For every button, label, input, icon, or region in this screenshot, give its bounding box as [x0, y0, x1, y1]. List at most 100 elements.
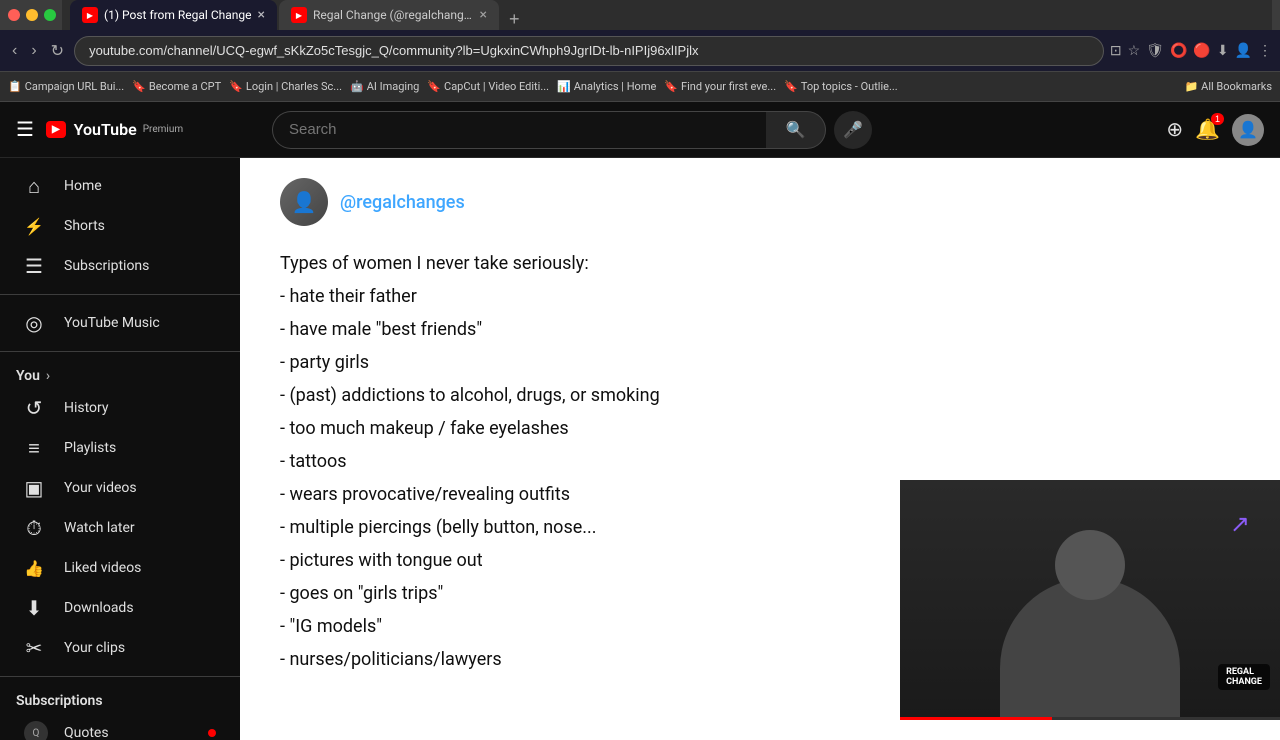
- you-chevron-icon: ›: [46, 368, 50, 384]
- bookmark-4[interactable]: 🤖 AI Imaging: [350, 80, 419, 93]
- hamburger-menu-button[interactable]: ☰: [16, 117, 34, 142]
- tab-2-close[interactable]: ×: [480, 7, 487, 23]
- sidebar-label-history: History: [64, 400, 109, 416]
- maximize-window-button[interactable]: [44, 9, 56, 21]
- sidebar-item-shorts[interactable]: ⚡ Shorts: [8, 206, 232, 246]
- tab-2-label: Regal Change (@regalchange...: [313, 8, 474, 22]
- video-person: [990, 500, 1190, 720]
- bookmark-6[interactable]: 📊 Analytics | Home: [557, 80, 656, 93]
- sidebar-label-youtube-music: YouTube Music: [64, 315, 160, 331]
- playlists-icon: ≡: [24, 436, 44, 461]
- channel-handle[interactable]: @regalchanges: [340, 192, 465, 213]
- traffic-lights: [8, 9, 56, 21]
- tab-1-favicon: ▶: [82, 7, 98, 23]
- channel-avatar[interactable]: 👤: [280, 178, 328, 226]
- bookmark-star-icon[interactable]: ☆: [1128, 43, 1141, 59]
- sidebar-item-quotes[interactable]: Q Quotes: [8, 713, 232, 740]
- bookmark-7[interactable]: 🔖 Find your first eve...: [664, 80, 776, 93]
- bookmark-5[interactable]: 🔖 CapCut | Video Editi...: [427, 80, 549, 93]
- download-icon[interactable]: ⬇: [1217, 43, 1229, 59]
- sidebar-label-your-clips: Your clips: [64, 640, 125, 656]
- notifications-button[interactable]: 🔔 1: [1195, 117, 1220, 142]
- shorts-icon: ⚡: [24, 217, 44, 236]
- channel-header: 👤 @regalchanges: [280, 178, 1240, 226]
- notification-badge: 1: [1211, 113, 1224, 125]
- new-tab-button[interactable]: +: [501, 9, 528, 30]
- sidebar-label-playlists: Playlists: [64, 440, 116, 456]
- sidebar-item-history[interactable]: ↺ History: [8, 388, 232, 428]
- post-line-4: - (past) addictions to alcohol, drugs, o…: [280, 382, 1240, 409]
- sidebar-item-downloads[interactable]: ⬇ Downloads: [8, 588, 232, 628]
- quotes-avatar: Q: [24, 721, 48, 740]
- profile-icon[interactable]: 👤: [1235, 43, 1252, 59]
- downloads-icon: ⬇: [24, 596, 44, 620]
- sidebar-label-shorts: Shorts: [64, 218, 105, 234]
- youtube-logo[interactable]: ▶ YouTube Premium: [46, 120, 183, 139]
- sidebar-label-subscriptions: Subscriptions: [64, 258, 149, 274]
- bookmark-2[interactable]: 🔖 Become a CPT: [132, 80, 221, 93]
- sidebar-divider-3: [0, 676, 240, 677]
- history-icon: ↺: [24, 396, 44, 420]
- sidebar-label-downloads: Downloads: [64, 600, 134, 616]
- sidebar-item-youtube-music[interactable]: ◎ YouTube Music: [8, 303, 232, 343]
- watch-later-icon: ⏱: [24, 516, 44, 540]
- sidebar-item-subscriptions[interactable]: ☰ Subscriptions: [8, 246, 232, 286]
- search-button[interactable]: 🔍: [766, 111, 826, 149]
- tab-2[interactable]: ▶ Regal Change (@regalchange... ×: [279, 0, 499, 30]
- extension-icon-1[interactable]: 🛡: [1146, 43, 1164, 59]
- subscriptions-icon: ☰: [24, 254, 44, 278]
- sidebar-label-watch-later: Watch later: [64, 520, 135, 536]
- sidebar-item-liked-videos[interactable]: 👍 Liked videos: [8, 548, 232, 588]
- minimize-window-button[interactable]: [26, 9, 38, 21]
- menu-icon[interactable]: ⋮: [1258, 43, 1272, 59]
- bookmark-1[interactable]: 📋 Campaign URL Bui...: [8, 80, 124, 93]
- close-window-button[interactable]: [8, 9, 20, 21]
- sidebar-item-playlists[interactable]: ≡ Playlists: [8, 428, 232, 468]
- yt-container: ⌂ Home ⚡ Shorts ☰ Subscriptions ◎ YouTub…: [0, 158, 1280, 740]
- bookmark-3[interactable]: 🔖 Login | Charles Sc...: [229, 80, 342, 93]
- tab-1-close[interactable]: ×: [258, 7, 265, 23]
- sidebar-divider-2: [0, 351, 240, 352]
- yt-logo-icon: ▶: [46, 121, 66, 138]
- header-actions: ⊕ 🔔 1 👤: [1166, 114, 1264, 146]
- extension-icon-2[interactable]: ⭕: [1170, 43, 1187, 59]
- your-clips-icon: ✂: [24, 636, 44, 660]
- post-line-3: - party girls: [280, 349, 1240, 376]
- sidebar-item-watch-later[interactable]: ⏱ Watch later: [8, 508, 232, 548]
- address-input[interactable]: [74, 36, 1104, 66]
- sidebar-item-home[interactable]: ⌂ Home: [8, 166, 232, 206]
- sidebar: ⌂ Home ⚡ Shorts ☰ Subscriptions ◎ YouTub…: [0, 158, 240, 740]
- microphone-button[interactable]: 🎤: [834, 111, 872, 149]
- screen-capture-icon[interactable]: ⊡: [1110, 43, 1122, 59]
- sidebar-divider-1: [0, 294, 240, 295]
- extension-icon-3[interactable]: 🔴: [1193, 43, 1210, 59]
- youtube-header: ☰ ▶ YouTube Premium 🔍 🎤 ⊕ 🔔 1 👤: [0, 102, 1280, 158]
- post-line-5: - too much makeup / fake eyelashes: [280, 415, 1240, 442]
- post-line-1: - hate their father: [280, 283, 1240, 310]
- video-arrow-icon: ↗: [1230, 510, 1250, 538]
- youtube-music-icon: ◎: [24, 311, 44, 335]
- create-button[interactable]: ⊕: [1166, 117, 1183, 142]
- reload-button[interactable]: ↻: [47, 37, 68, 65]
- tab-1[interactable]: ▶ (1) Post from Regal Change ×: [70, 0, 277, 30]
- sidebar-item-your-clips[interactable]: ✂ Your clips: [8, 628, 232, 668]
- bookmarks-bar: 📋 Campaign URL Bui... 🔖 Become a CPT 🔖 L…: [0, 72, 1280, 102]
- all-bookmarks[interactable]: 📁 All Bookmarks: [1184, 80, 1272, 93]
- tab-bar: ▶ (1) Post from Regal Change × ▶ Regal C…: [62, 0, 1272, 30]
- back-button[interactable]: ‹: [8, 38, 21, 64]
- bookmark-8[interactable]: 🔖 Top topics - Outlie...: [784, 80, 898, 93]
- you-section-title[interactable]: You ›: [0, 360, 240, 388]
- user-avatar[interactable]: 👤: [1232, 114, 1264, 146]
- address-bar: ‹ › ↻ ⊡ ☆ 🛡 ⭕ 🔴 ⬇ 👤 ⋮: [0, 30, 1280, 72]
- your-videos-icon: ▣: [24, 476, 44, 500]
- sidebar-item-your-videos[interactable]: ▣ Your videos: [8, 468, 232, 508]
- sidebar-label-home: Home: [64, 178, 102, 194]
- search-input[interactable]: [272, 111, 766, 149]
- titlebar: ▶ (1) Post from Regal Change × ▶ Regal C…: [0, 0, 1280, 30]
- sidebar-label-liked-videos: Liked videos: [64, 560, 141, 576]
- mini-video-player[interactable]: ↗ REGALCHANGE: [900, 480, 1280, 720]
- subscriptions-label: Subscriptions: [16, 693, 103, 709]
- sidebar-label-quotes: Quotes: [64, 725, 109, 740]
- header-left: ☰ ▶ YouTube Premium: [16, 117, 256, 142]
- forward-button[interactable]: ›: [27, 38, 40, 64]
